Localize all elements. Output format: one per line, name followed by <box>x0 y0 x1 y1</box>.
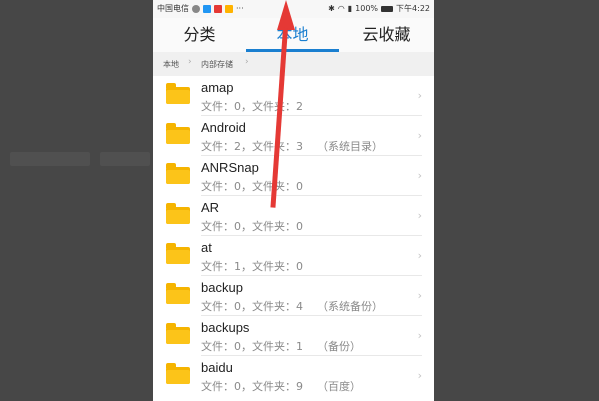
folder-name: amap <box>201 80 234 95</box>
app-notification-icon <box>214 4 222 13</box>
folder-icon <box>166 323 190 344</box>
list-item[interactable]: ANRSnap 文件：0，文件夹：0 › <box>153 156 434 196</box>
list-item[interactable]: Android 文件：2，文件夹：3 （系统目录） › <box>153 116 434 156</box>
bluetooth-icon: ✱ <box>328 4 335 13</box>
breadcrumb-internal-storage[interactable]: 内部存储 <box>201 59 233 70</box>
chevron-right-icon: › <box>417 329 422 342</box>
folder-name: Android <box>201 120 246 135</box>
folder-name: baidu <box>201 360 233 375</box>
list-item[interactable]: amap 文件：0，文件夹：2 › <box>153 76 434 116</box>
list-item[interactable]: backups 文件：0，文件夹：1 （备份） › <box>153 316 434 356</box>
folder-meta: 文件：0，文件夹：0 <box>201 180 303 193</box>
clock: 下午4:22 <box>396 4 430 13</box>
list-item[interactable]: at 文件：1，文件夹：0 › <box>153 236 434 276</box>
chevron-right-icon: › <box>417 249 422 262</box>
folder-icon <box>166 283 190 304</box>
folder-icon <box>166 163 190 184</box>
chevron-right-icon: › <box>188 57 192 67</box>
list-item[interactable]: baidu 文件：0，文件夹：9 （百度） › <box>153 356 434 396</box>
folder-meta: 文件：0，文件夹：1 （备份） <box>201 340 361 353</box>
carrier-label: 中国电信 <box>157 4 189 13</box>
cloud-icon <box>192 4 200 13</box>
phone-screen: 中国电信 ··· ✱ ◠ ▮ 100% 下午4:22 分类 本地 云收藏 本地 … <box>153 0 434 401</box>
chevron-right-icon: › <box>417 89 422 102</box>
breadcrumb: 本地 › 内部存储 › <box>153 52 434 76</box>
folder-icon <box>166 363 190 384</box>
folder-meta: 文件：0，文件夹：9 （百度） <box>201 380 361 393</box>
breadcrumb-local[interactable]: 本地 <box>163 59 179 70</box>
background-placeholder <box>100 152 150 166</box>
folder-name: backups <box>201 320 250 335</box>
chevron-right-icon: › <box>417 209 422 222</box>
wifi-icon: ◠ <box>337 4 345 13</box>
app-notification-icon <box>203 4 211 13</box>
folder-meta: 文件：0，文件夹：0 <box>201 220 303 233</box>
battery-percent: 100% <box>355 4 379 13</box>
more-notifications-icon: ··· <box>236 4 244 13</box>
folder-name: AR <box>201 200 220 215</box>
chevron-right-icon: › <box>417 369 422 382</box>
folder-name: ANRSnap <box>201 160 259 175</box>
folder-icon <box>166 243 190 264</box>
folder-icon <box>166 83 190 104</box>
folder-meta: 文件：0，文件夹：2 <box>201 100 303 113</box>
folder-icon <box>166 203 190 224</box>
chevron-right-icon: › <box>417 289 422 302</box>
background-placeholder <box>10 152 90 166</box>
annotation-arrow-icon <box>277 0 295 30</box>
folder-icon <box>166 123 190 144</box>
tab-category[interactable]: 分类 <box>153 18 246 52</box>
folder-meta: 文件：1，文件夹：0 <box>201 260 303 273</box>
chevron-right-icon: › <box>245 57 249 67</box>
signal-icon: ▮ <box>347 4 353 13</box>
battery-icon <box>381 5 394 12</box>
folder-meta: 文件：0，文件夹：4 （系统备份） <box>201 300 383 313</box>
folder-meta: 文件：2，文件夹：3 （系统目录） <box>201 140 383 153</box>
chevron-right-icon: › <box>417 169 422 182</box>
tab-cloud-favorites[interactable]: 云收藏 <box>339 18 434 52</box>
folder-name: backup <box>201 280 243 295</box>
app-notification-icon <box>225 4 233 13</box>
list-item[interactable]: AR 文件：0，文件夹：0 › <box>153 196 434 236</box>
folder-name: at <box>201 240 212 255</box>
chevron-right-icon: › <box>417 129 422 142</box>
list-item[interactable]: backup 文件：0，文件夹：4 （系统备份） › <box>153 276 434 316</box>
